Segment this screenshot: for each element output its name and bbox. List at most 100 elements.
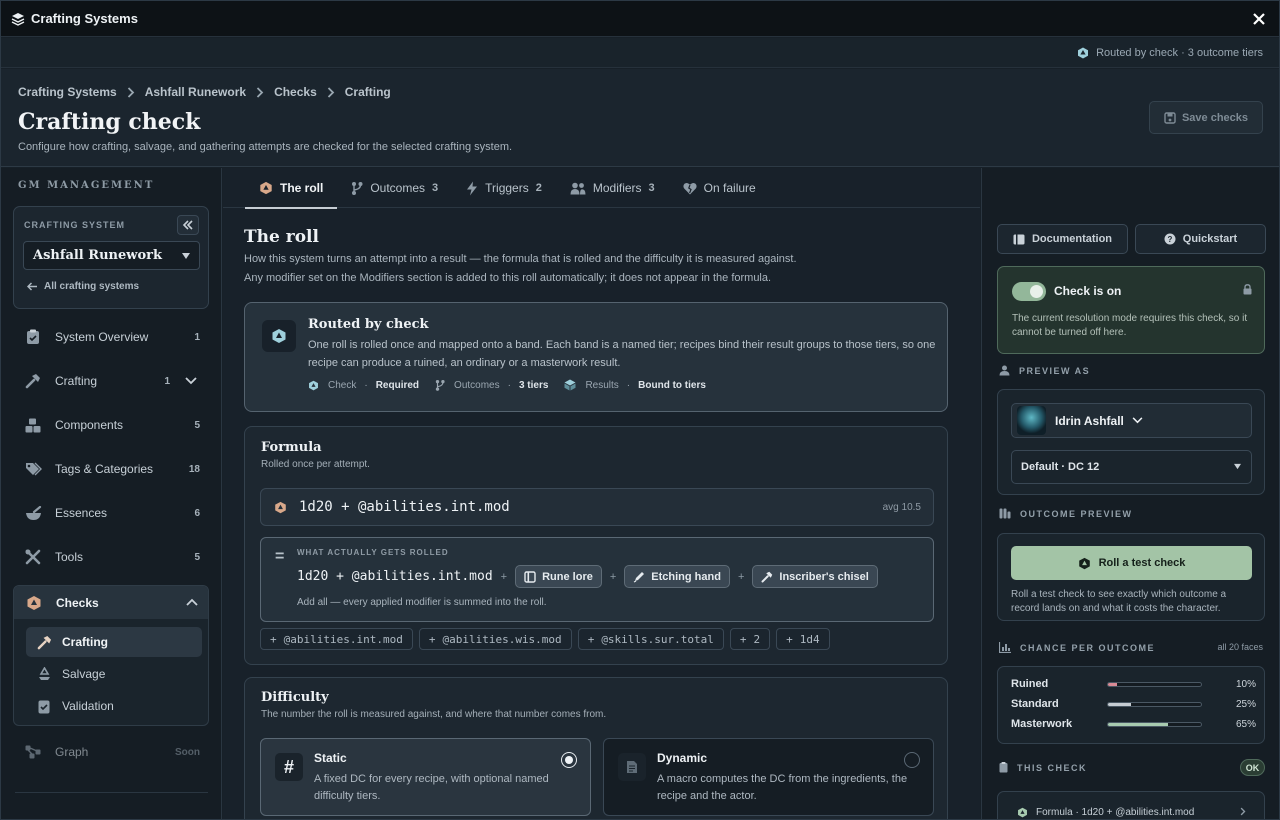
suggestion-label: 2 xyxy=(753,632,761,646)
quickstart-button[interactable]: ? Quickstart xyxy=(1135,224,1266,254)
check-toggle[interactable] xyxy=(1012,282,1046,301)
tab-label: On failure xyxy=(703,181,756,195)
suggestion-chip[interactable]: +1d4 xyxy=(776,628,830,650)
separator-dot: · xyxy=(364,379,368,391)
difficulty-option-static[interactable]: # Static A fixed DC for every recipe, wi… xyxy=(260,738,591,816)
users-icon xyxy=(570,182,586,195)
clipboard-check-icon xyxy=(36,699,52,714)
formula-subtitle: Rolled once per attempt. xyxy=(261,459,370,470)
save-checks-button[interactable]: Save checks xyxy=(1149,101,1263,134)
this-check-heading: THIS CHECK xyxy=(999,762,1087,773)
sidebar: GM MANAGEMENT CRAFTING SYSTEM Ashfall Ru… xyxy=(1,168,222,819)
status-text: Routed by check · 3 outcome tiers xyxy=(1096,46,1263,59)
chevron-up-icon[interactable] xyxy=(186,598,198,606)
heart-broken-icon xyxy=(683,182,697,195)
section-description: How this system turns an attempt into a … xyxy=(244,250,797,288)
option-description: A macro computes the DC from the ingredi… xyxy=(657,773,908,802)
app-window: Crafting Systems Routed by check · 3 out… xyxy=(0,0,1280,820)
difficulty-card: Difficulty The number the roll is measur… xyxy=(244,677,948,819)
bar-chart-icon xyxy=(999,642,1011,653)
modifier-chip-etching-hand[interactable]: Etching hand xyxy=(624,565,730,588)
suggestion-chip[interactable]: + @skills.sur.total xyxy=(577,628,724,650)
this-check-card[interactable]: Formula · 1d20 + @abilities.int.mod xyxy=(997,791,1265,819)
tab-modifiers[interactable]: Modifiers 3 xyxy=(556,168,669,208)
sidebar-item-crafting[interactable]: Crafting 1 xyxy=(13,360,209,402)
tab-the-roll[interactable]: The roll xyxy=(245,168,338,209)
separator-dot: · xyxy=(626,379,631,391)
outcome-percent: 10% xyxy=(1235,678,1256,690)
d20-icon xyxy=(274,501,287,514)
sidebar-item-label: System Overview xyxy=(55,330,149,344)
d20-icon xyxy=(1017,807,1028,818)
formula-input[interactable]: 1d20 + @abilities.int.mod avg 10.5 xyxy=(260,488,934,526)
window-title: Crafting Systems xyxy=(31,11,138,26)
svg-text:?: ? xyxy=(1167,235,1172,244)
sidebar-item-system-overview[interactable]: System Overview 1 xyxy=(13,316,209,358)
collapse-sidebar-button[interactable] xyxy=(177,215,199,235)
caret-down-icon xyxy=(181,252,191,260)
breadcrumb-item[interactable]: Ashfall Runework xyxy=(145,85,246,99)
modifier-chip-rune-lore[interactable]: Rune lore xyxy=(515,565,602,588)
section-title: The roll xyxy=(244,227,319,247)
sidebar-item-tools[interactable]: Tools 5 xyxy=(13,536,209,578)
option-title: Dynamic xyxy=(657,751,708,765)
tab-on-failure[interactable]: On failure xyxy=(669,168,770,208)
chevron-right-icon xyxy=(127,86,135,98)
difficulty-option-dynamic[interactable]: Dynamic A macro computes the DC from the… xyxy=(603,738,934,816)
formula-average: avg 10.5 xyxy=(882,501,921,513)
meta-check-label: Check xyxy=(328,379,357,391)
branch-icon xyxy=(435,379,445,391)
breadcrumb-item[interactable]: Crafting xyxy=(345,85,391,99)
suggestion-chip[interactable]: + @abilities.wis.mod xyxy=(418,628,572,650)
lock-icon xyxy=(1243,284,1252,295)
chevron-down-icon[interactable] xyxy=(185,377,197,385)
preview-as-heading: PREVIEW AS xyxy=(999,365,1090,376)
hammer-icon xyxy=(36,635,52,650)
outcome-label: Masterwork xyxy=(1011,718,1073,730)
gm-management-label: GM MANAGEMENT xyxy=(18,180,155,191)
static-radio[interactable] xyxy=(561,752,577,768)
dc-select[interactable]: Default · DC 12 xyxy=(1011,450,1252,484)
outcome-label: Ruined xyxy=(1011,678,1049,690)
actually-rolled-label: WHAT ACTUALLY GETS ROLLED xyxy=(297,548,449,557)
actor-name: Idrin Ashfall xyxy=(1055,413,1124,428)
outcome-bar-fill xyxy=(1108,722,1169,726)
actor-select[interactable]: Idrin Ashfall xyxy=(1011,403,1252,438)
sidebar-subitem-crafting[interactable]: Crafting xyxy=(26,627,202,657)
suggestion-label: @abilities.wis.mod xyxy=(442,632,562,646)
outcome-percent: 65% xyxy=(1235,718,1256,730)
hammer-icon xyxy=(761,571,773,583)
plus-icon: + xyxy=(270,632,277,646)
script-icon xyxy=(618,753,646,781)
dynamic-radio[interactable] xyxy=(904,752,920,768)
d20-icon xyxy=(308,380,319,391)
all-crafting-systems-link[interactable]: All crafting systems xyxy=(27,281,139,292)
sidebar-item-checks[interactable]: Checks xyxy=(14,586,208,619)
sidebar-item-essences[interactable]: Essences 6 xyxy=(13,492,209,534)
suggestion-chip[interactable]: + @abilities.int.mod xyxy=(260,628,413,650)
modifier-chip-inscribers-chisel[interactable]: Inscriber's chisel xyxy=(752,565,878,588)
breadcrumb-item[interactable]: Crafting Systems xyxy=(18,85,117,99)
sidebar-subitem-salvage[interactable]: Salvage xyxy=(26,659,202,689)
outcome-bar-track xyxy=(1107,681,1202,687)
chevron-down-icon xyxy=(1132,417,1143,424)
plus-icon: + xyxy=(587,632,595,646)
breadcrumb-item[interactable]: Checks xyxy=(274,85,317,99)
close-icon[interactable] xyxy=(1249,9,1269,29)
formula-card: Formula Rolled once per attempt. 1d20 + … xyxy=(244,426,948,665)
tab-triggers[interactable]: Triggers 2 xyxy=(452,168,556,208)
tab-outcomes[interactable]: Outcomes 3 xyxy=(337,168,452,208)
sidebar-item-tags-categories[interactable]: Tags & Categories 18 xyxy=(13,448,209,490)
suggestion-chip[interactable]: +2 xyxy=(729,628,771,650)
sidebar-item-components[interactable]: Components 5 xyxy=(13,404,209,446)
tab-count: 3 xyxy=(432,182,439,194)
documentation-button[interactable]: Documentation xyxy=(997,224,1128,254)
sidebar-subitem-validation[interactable]: Validation xyxy=(26,691,202,721)
suggestion-label: @skills.sur.total xyxy=(601,632,714,646)
sidebar-item-label: Graph xyxy=(55,745,89,759)
boxes-icon xyxy=(23,415,43,435)
crafting-system-select[interactable]: Ashfall Runework xyxy=(23,241,200,270)
right-panel: Documentation ? Quickstart Check is on T… xyxy=(981,168,1279,819)
roll-test-check-button[interactable]: Roll a test check xyxy=(1011,546,1252,580)
chance-per-outcome-card: Ruined 10% Standard 25% Masterwork 65% xyxy=(997,666,1265,744)
